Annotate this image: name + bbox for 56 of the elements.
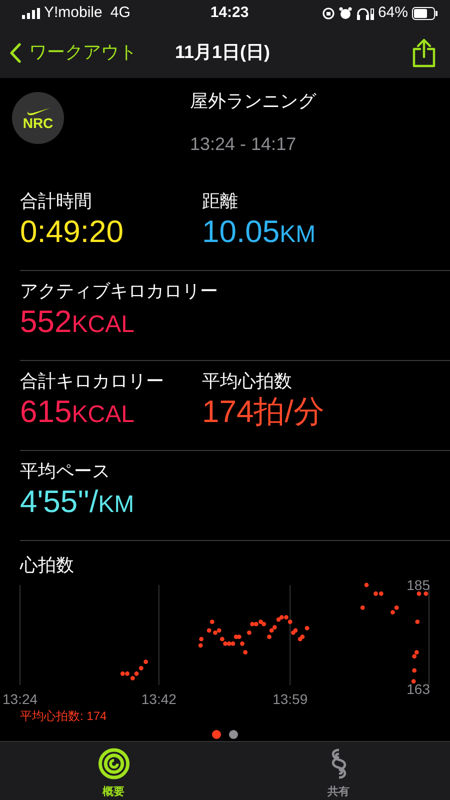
status-time: 14:23 bbox=[210, 3, 249, 24]
metric-label: 合計キロカロリー bbox=[20, 370, 165, 393]
headphones-icon bbox=[356, 7, 374, 20]
heart-rate-point bbox=[412, 668, 417, 673]
heart-rate-point bbox=[360, 606, 365, 610]
battery-icon bbox=[412, 7, 438, 20]
app-logo: NRC bbox=[12, 92, 64, 144]
battery-percent: 64% bbox=[378, 3, 408, 24]
rings-icon bbox=[98, 748, 130, 780]
x-tick-label: 13:42 bbox=[141, 691, 176, 707]
heart-rate-point bbox=[199, 636, 204, 642]
share-button[interactable] bbox=[412, 38, 436, 68]
heart-rate-point bbox=[267, 634, 272, 640]
heart-rate-point bbox=[243, 650, 248, 654]
heart-rate-point bbox=[304, 626, 310, 630]
metric-label: 平均ペース bbox=[20, 460, 111, 483]
heart-rate-point bbox=[247, 630, 252, 635]
chart-title: 心拍数 bbox=[20, 554, 75, 577]
nav-title: 11月1日(日) bbox=[175, 41, 270, 64]
average-heart-rate: 平均心拍数: 174 bbox=[20, 708, 108, 725]
tab[interactable]: 概要 bbox=[0, 742, 227, 800]
x-tick-label: 13:24 bbox=[2, 691, 38, 707]
page-dot[interactable] bbox=[212, 730, 221, 739]
metric-value: 615KCAL bbox=[20, 393, 136, 431]
metric-label: 距離 bbox=[202, 190, 239, 213]
signal-icon bbox=[22, 8, 40, 19]
metric-label: 平均心拍数 bbox=[202, 370, 293, 393]
carrier-name: Y!mobile bbox=[44, 3, 102, 24]
time-range: 13:24 - 14:17 bbox=[190, 133, 298, 156]
heart-rate-point bbox=[364, 582, 369, 588]
x-tick-label: 13:59 bbox=[272, 691, 308, 707]
page-dot[interactable] bbox=[229, 730, 238, 739]
tab[interactable]: 共有 bbox=[227, 742, 450, 800]
back-chevron-icon bbox=[10, 42, 21, 62]
metric-value: 10.05KM bbox=[202, 213, 317, 251]
heart-rate-point bbox=[415, 620, 420, 624]
heart-rate-point bbox=[416, 591, 422, 596]
alarm-icon bbox=[338, 7, 352, 20]
y-tick-label: 185 bbox=[406, 579, 430, 591]
metric-value: 552KCAL bbox=[20, 303, 136, 341]
heart-rate-point bbox=[411, 679, 416, 684]
metric-value: 174拍/分 bbox=[202, 393, 326, 431]
heart-rate-point bbox=[424, 591, 428, 596]
metric-value: 0:49:20 bbox=[20, 213, 124, 251]
metric-label: 合計時間 bbox=[20, 190, 93, 213]
workout-type: 屋外ランニング bbox=[190, 90, 316, 113]
heart-rate-point bbox=[240, 641, 244, 646]
metric-label: アクティブキロカロリー bbox=[20, 280, 218, 303]
y-tick-label: 163 bbox=[406, 683, 430, 695]
rotation-lock-icon bbox=[322, 7, 335, 20]
network-type: 4G bbox=[110, 3, 130, 24]
metric-value: 4'55''/KM bbox=[20, 483, 134, 521]
heart-rate-point bbox=[210, 620, 214, 624]
heart-rate-point bbox=[198, 643, 203, 648]
back-link[interactable]: ワークアウト bbox=[10, 39, 137, 66]
heart-rate-point bbox=[206, 628, 212, 633]
